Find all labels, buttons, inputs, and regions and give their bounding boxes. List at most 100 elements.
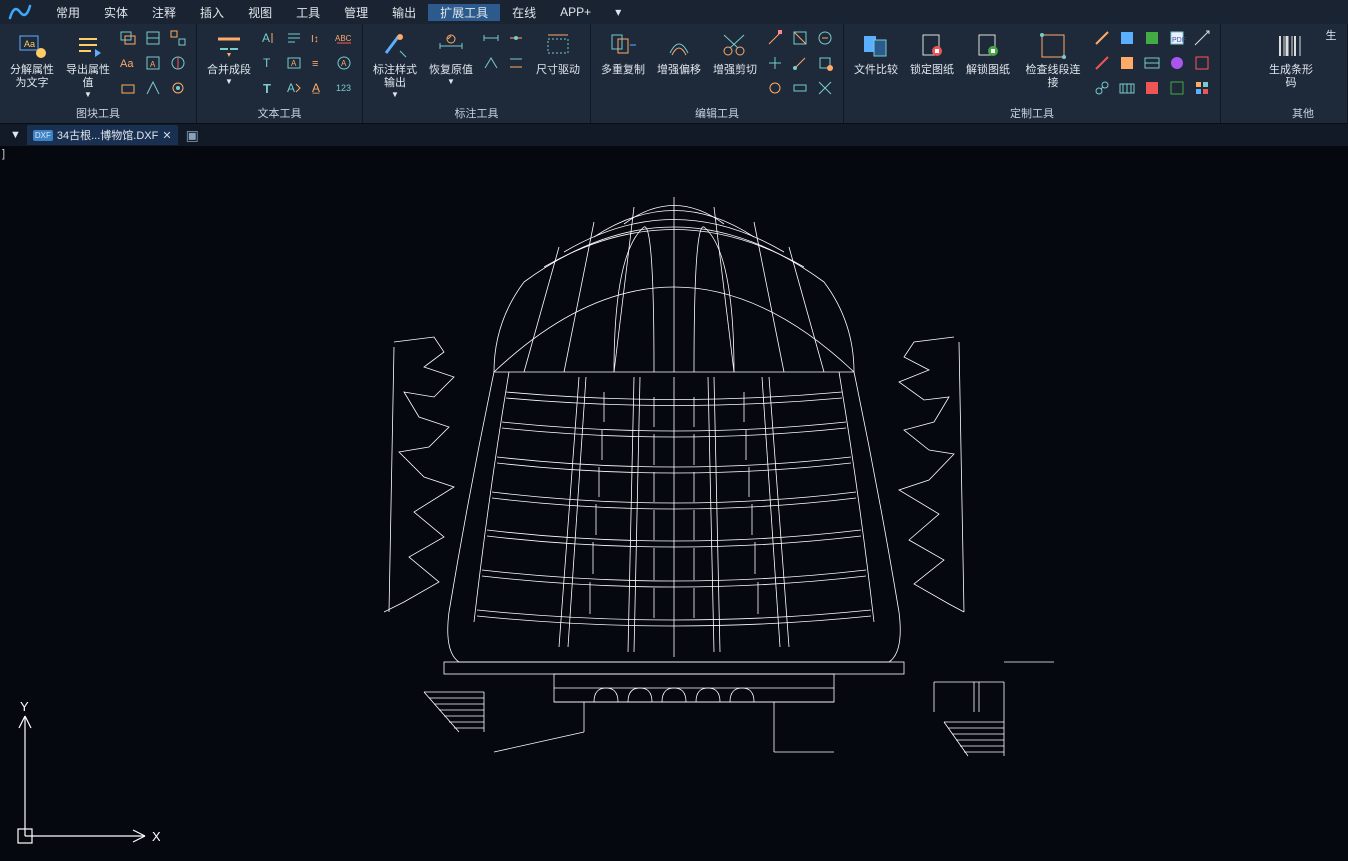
tool-icon[interactable] (1092, 28, 1112, 48)
tool-icon[interactable] (1192, 28, 1212, 48)
btn-enh-offset[interactable]: 增强偏移 (653, 28, 705, 79)
ribbon-group-dim: 标注样式输出 ▼ 恢复原值 ▼ 尺寸驱动 标注工具 (363, 24, 591, 123)
btn-file-compare[interactable]: 文件比较 (850, 28, 902, 79)
tool-icon[interactable] (118, 28, 138, 48)
dropdown-icon: ▼ (84, 90, 92, 100)
svg-text:A: A (262, 31, 270, 45)
tool-icon[interactable]: A (334, 53, 354, 73)
tool-icon[interactable] (284, 28, 304, 48)
tool-icon[interactable] (1142, 28, 1162, 48)
btn-gen-partial[interactable]: 生 (1321, 28, 1341, 45)
tool-icon[interactable] (143, 28, 163, 48)
tool-icon[interactable] (765, 78, 785, 98)
tool-icon[interactable] (168, 28, 188, 48)
new-tab-button[interactable]: ▣ (178, 127, 207, 144)
tool-icon[interactable]: Aa (118, 53, 138, 73)
btn-decompose-attr[interactable]: Aa 分解属性为文字 (6, 28, 58, 92)
btn-restore-value[interactable]: 恢复原值 ▼ (425, 28, 477, 89)
tool-icon[interactable]: A (143, 53, 163, 73)
svg-text:PDF: PDF (1172, 37, 1186, 44)
tool-icon[interactable] (118, 78, 138, 98)
tool-icon[interactable] (765, 53, 785, 73)
tool-icon[interactable] (1117, 28, 1137, 48)
tool-icon[interactable] (1117, 53, 1137, 73)
app-logo (8, 2, 36, 22)
tool-icon[interactable] (1117, 78, 1137, 98)
tool-icon[interactable] (815, 53, 835, 73)
tool-icon[interactable] (790, 53, 810, 73)
menu-manage[interactable]: 管理 (332, 4, 380, 21)
btn-check-line[interactable]: 检查线段连接 (1018, 28, 1088, 92)
close-tab-icon[interactable]: ✕ (162, 129, 171, 142)
tool-icon[interactable] (790, 78, 810, 98)
menu-view[interactable]: 视图 (236, 4, 284, 21)
btn-barcode[interactable]: 生成条形码 (1265, 28, 1317, 92)
restore-icon (435, 30, 467, 62)
tool-icon[interactable]: A̲ (309, 78, 329, 98)
tool-icon[interactable] (1192, 78, 1212, 98)
label: 合并成段 (207, 64, 251, 77)
menu-entity[interactable]: 实体 (92, 4, 140, 21)
menu-insert[interactable]: 插入 (188, 4, 236, 21)
tool-icon[interactable]: A (284, 78, 304, 98)
tool-icon[interactable] (1092, 53, 1112, 73)
menu-tools[interactable]: 工具 (284, 4, 332, 21)
label: 增强剪切 (713, 64, 757, 77)
multi-copy-icon (607, 30, 639, 62)
menu-online[interactable]: 在线 (500, 4, 548, 21)
btn-multi-copy[interactable]: 多重复制 (597, 28, 649, 79)
tool-icon[interactable]: PDF (1167, 28, 1187, 48)
tool-icon[interactable]: I↕ (309, 28, 329, 48)
menu-output[interactable]: 输出 (380, 4, 428, 21)
btn-dim-drive[interactable]: 尺寸驱动 (532, 28, 584, 79)
drawing-canvas[interactable]: ] (0, 146, 1348, 861)
group-label: 图块工具 (6, 103, 190, 121)
tool-icon[interactable]: A (259, 28, 279, 48)
tool-icon[interactable]: ABC (334, 28, 354, 48)
svg-text:123: 123 (336, 83, 351, 93)
label: 解锁图纸 (966, 64, 1010, 77)
tool-icon[interactable] (168, 78, 188, 98)
btn-enh-trim[interactable]: 增强剪切 (709, 28, 761, 79)
tool-icon[interactable] (1142, 78, 1162, 98)
tool-icon[interactable] (481, 28, 501, 48)
tool-icon[interactable] (143, 78, 163, 98)
menu-ext-tools[interactable]: 扩展工具 (428, 4, 500, 21)
btn-dim-style-out[interactable]: 标注样式输出 ▼ (369, 28, 421, 102)
btn-merge-paragraph[interactable]: 合并成段 ▼ (203, 28, 255, 89)
tool-icon[interactable] (1192, 53, 1212, 73)
tool-icon[interactable] (815, 78, 835, 98)
tool-icon[interactable] (1092, 78, 1112, 98)
tool-icon[interactable] (481, 53, 501, 73)
tool-icon[interactable] (765, 28, 785, 48)
label: 生 (1326, 30, 1337, 43)
file-tab[interactable]: DXF 34古根...博物馆.DXF ✕ (27, 125, 178, 145)
tool-icon[interactable]: ≡ (309, 53, 329, 73)
menu-annotate[interactable]: 注释 (140, 4, 188, 21)
label: 文件比较 (854, 64, 898, 77)
tool-icon[interactable]: T (259, 78, 279, 98)
btn-unlock-dwg[interactable]: 解锁图纸 (962, 28, 1014, 79)
tab-list-dropdown[interactable]: ▼ (4, 129, 27, 141)
btn-lock-dwg[interactable]: 锁定图纸 (906, 28, 958, 79)
menu-common[interactable]: 常用 (44, 4, 92, 21)
tool-icon[interactable] (168, 53, 188, 73)
tool-icon[interactable] (815, 28, 835, 48)
menu-dropdown[interactable]: ▾ (603, 5, 633, 19)
tool-icon[interactable] (790, 28, 810, 48)
menu-app-plus[interactable]: APP+ (548, 5, 603, 19)
tool-icon[interactable]: T (259, 53, 279, 73)
tool-icon[interactable] (1142, 53, 1162, 73)
tool-icon[interactable] (1167, 53, 1187, 73)
label: 分解属性为文字 (10, 64, 54, 90)
svg-text:A: A (287, 81, 295, 95)
tool-icon[interactable]: 123 (334, 78, 354, 98)
dim-style-icon (379, 30, 411, 62)
btn-export-attr[interactable]: 导出属性值 ▼ (62, 28, 114, 102)
menu-bar: 常用 实体 注释 插入 视图 工具 管理 输出 扩展工具 在线 APP+ ▾ (0, 0, 1348, 24)
tool-icon[interactable] (506, 53, 526, 73)
tool-icon[interactable] (506, 28, 526, 48)
tool-icon[interactable]: A (284, 53, 304, 73)
svg-text:T: T (263, 81, 271, 96)
tool-icon[interactable] (1167, 78, 1187, 98)
